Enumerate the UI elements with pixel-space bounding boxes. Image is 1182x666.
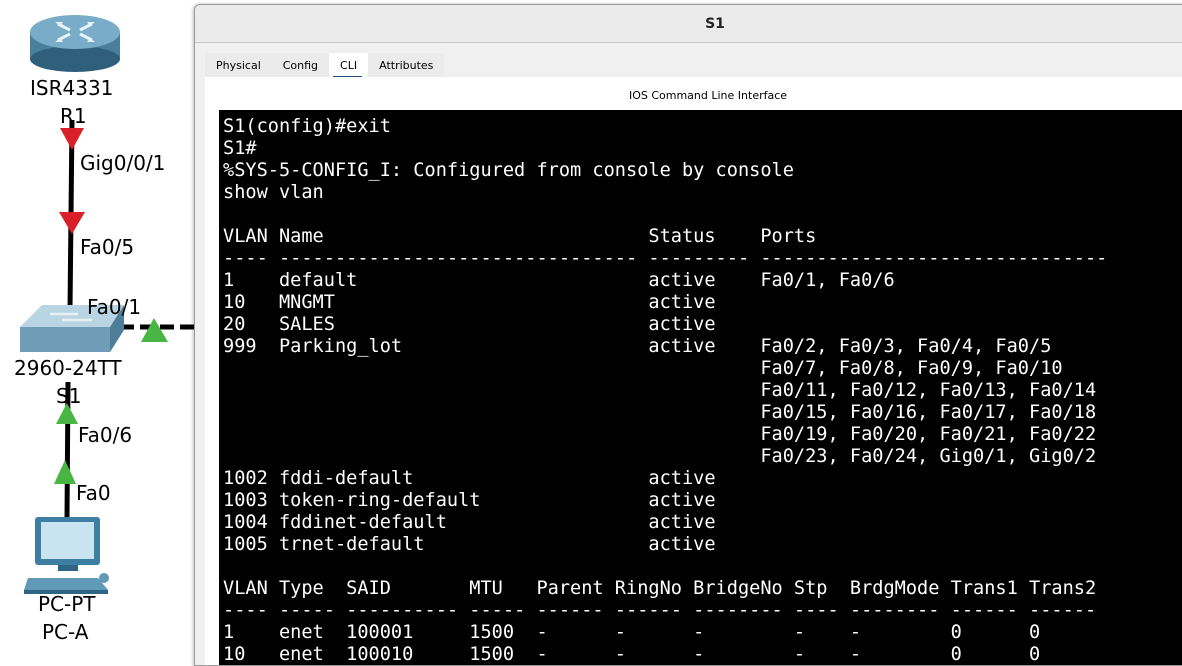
terminal-line: S1# xyxy=(223,138,257,159)
router-port-label: Gig0/0/1 xyxy=(80,151,166,175)
terminal-line: 20 SALES active xyxy=(223,314,716,335)
terminal-line: Fa0/19, Fa0/20, Fa0/21, Fa0/22 xyxy=(760,424,1097,445)
switch-port-up-label: Fa0/5 xyxy=(80,235,135,259)
terminal-line: show vlan xyxy=(223,182,324,203)
terminal-line: VLAN Type SAID MTU Parent RingNo BridgeN… xyxy=(223,578,1097,599)
tab-bar: Physical Config CLI Attributes xyxy=(205,53,445,79)
terminal-line: 10 enet 100010 1500 - - - - - 0 0 xyxy=(223,644,1041,665)
router-name-label: R1 xyxy=(60,104,87,128)
tab-attributes[interactable]: Attributes xyxy=(368,53,445,77)
cli-heading: IOS Command Line Interface xyxy=(628,89,788,102)
tab-config[interactable]: Config xyxy=(271,53,330,77)
terminal-line: S1(config)#exit xyxy=(223,116,391,137)
link-status-down-icon xyxy=(59,212,85,234)
switch-port-down-label: Fa0/6 xyxy=(78,423,133,447)
terminal-output[interactable]: S1(config)#exit S1# %SYS-5-CONFIG_I: Con… xyxy=(219,110,1182,665)
pc-port-label: Fa0 xyxy=(76,481,111,505)
tab-cli[interactable]: CLI xyxy=(329,53,369,79)
terminal-line: 999 Parking_lot active Fa0/2, Fa0/3, Fa0… xyxy=(223,336,1052,357)
terminal-line: 1004 fddinet-default active xyxy=(223,512,716,533)
terminal-line: 1 default active Fa0/1, Fa0/6 xyxy=(223,270,895,291)
terminal-line: ---- -------------------------------- --… xyxy=(223,248,1108,269)
pc-icon[interactable] xyxy=(24,517,109,594)
switch-model-label: 2960-24TT xyxy=(14,356,122,380)
terminal-line: Fa0/11, Fa0/12, Fa0/13, Fa0/14 xyxy=(760,380,1097,401)
cli-panel: IOS Command Line Interface S1(config)#ex… xyxy=(205,77,1182,665)
terminal-line: %SYS-5-CONFIG_I: Configured from console… xyxy=(223,160,794,181)
terminal-line: 1002 fddi-default active xyxy=(223,468,716,489)
router-model-label: ISR4331 xyxy=(30,76,114,100)
device-window: S1 Physical Config CLI Attributes IOS Co… xyxy=(194,4,1182,666)
switch-port-right-label: Fa0/1 xyxy=(87,295,142,319)
link-status-up-icon xyxy=(141,318,168,342)
tab-physical[interactable]: Physical xyxy=(205,53,272,77)
terminal-line: 1003 token-ring-default active xyxy=(223,490,716,511)
window-title-bar[interactable]: S1 xyxy=(195,5,1182,43)
link-status-down-icon xyxy=(60,128,84,150)
pc-model-label: PC-PT xyxy=(38,592,96,616)
terminal-line: VLAN Name Status Ports xyxy=(223,226,817,247)
terminal-line: Fa0/23, Fa0/24, Gig0/1, Gig0/2 xyxy=(760,446,1097,467)
terminal-line: Fa0/15, Fa0/16, Fa0/17, Fa0/18 xyxy=(760,402,1097,423)
terminal-line: 1 enet 100001 1500 - - - - - 0 0 xyxy=(223,622,1041,643)
router-icon[interactable] xyxy=(30,15,120,72)
window-title: S1 xyxy=(705,15,725,32)
terminal-line: ---- ----- ---------- ----- ------ -----… xyxy=(223,600,1097,621)
terminal-line: 1005 trnet-default active xyxy=(223,534,716,555)
switch-name-label: S1 xyxy=(56,384,82,408)
pc-name-label: PC-A xyxy=(42,620,89,644)
terminal-line: 10 MNGMT active xyxy=(223,292,716,313)
cli-terminal[interactable]: S1(config)#exit S1# %SYS-5-CONFIG_I: Con… xyxy=(219,110,1182,665)
link-status-up-icon xyxy=(54,460,76,484)
terminal-line: Fa0/7, Fa0/8, Fa0/9, Fa0/10 xyxy=(760,358,1063,379)
